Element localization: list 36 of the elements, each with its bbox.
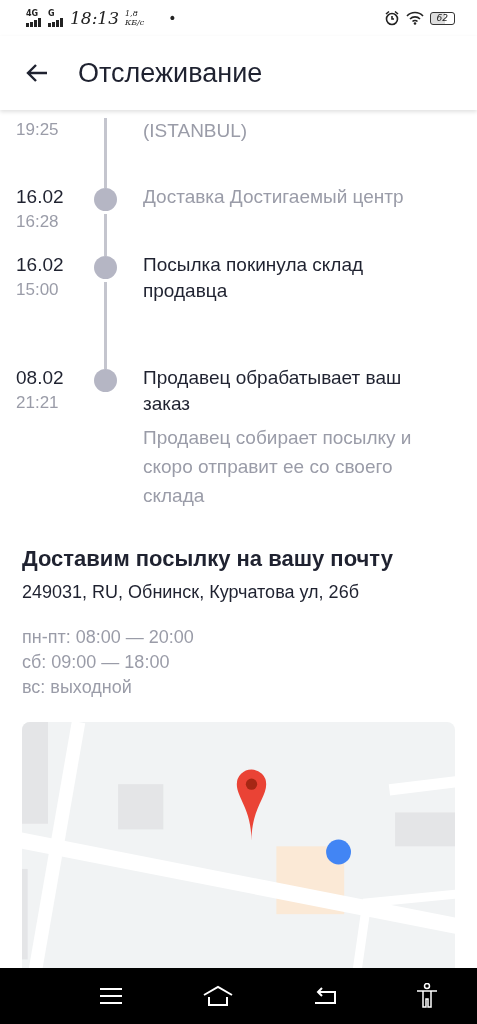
timeline-line: [104, 214, 107, 252]
section-title: Доставим посылку на вашу почту: [22, 546, 394, 572]
signal-icon: [48, 17, 64, 27]
home-icon[interactable]: [202, 985, 235, 1007]
page-title: Отслеживание: [78, 57, 263, 89]
event-time: 21:21: [16, 393, 60, 413]
event-title: Продавец обрабатывает ваш заказ: [143, 366, 403, 416]
notification-dot: •: [168, 10, 177, 26]
opening-hours: пн-пт: 08:00 — 20:00: [22, 626, 195, 649]
clock-time: 18:13: [70, 8, 119, 28]
event-time: 15:00: [16, 280, 60, 300]
opening-hours: сб: 09:00 — 18:00: [22, 651, 171, 674]
back-arrow-icon[interactable]: [26, 63, 48, 83]
event-title: Доставка Достигаемый центр: [143, 185, 405, 209]
event-time: 16:28: [16, 212, 60, 232]
event-date: 16.02: [16, 186, 65, 208]
event-date: 08.02: [16, 367, 65, 389]
speed-value: 1,8: [125, 9, 139, 18]
event-date: 16.02: [16, 254, 65, 276]
timeline-line: [104, 118, 107, 184]
network-label: G: [48, 9, 55, 18]
menu-icon[interactable]: [99, 987, 124, 1005]
network-label: 4G: [26, 9, 39, 18]
signal-icon: [26, 17, 42, 27]
accessibility-icon[interactable]: [415, 983, 438, 1009]
event-title: (ISTANBUL): [143, 119, 249, 143]
event-title: Посылка покинула склад продавца: [143, 253, 365, 303]
post-address: 249031, RU, Обнинск, Курчатова ул, 26б: [22, 582, 360, 603]
battery-level: 62: [429, 11, 455, 25]
back-icon[interactable]: [312, 987, 337, 1005]
speed-unit: КБ/с: [125, 18, 145, 27]
wifi-icon: [405, 11, 424, 25]
event-description: Продавец собирает посылку и скоро отправит ее со своего склада: [143, 426, 413, 508]
event-time: 19:25: [16, 120, 60, 140]
opening-hours: вс: выходной: [22, 676, 133, 699]
alarm-icon: [383, 10, 400, 26]
